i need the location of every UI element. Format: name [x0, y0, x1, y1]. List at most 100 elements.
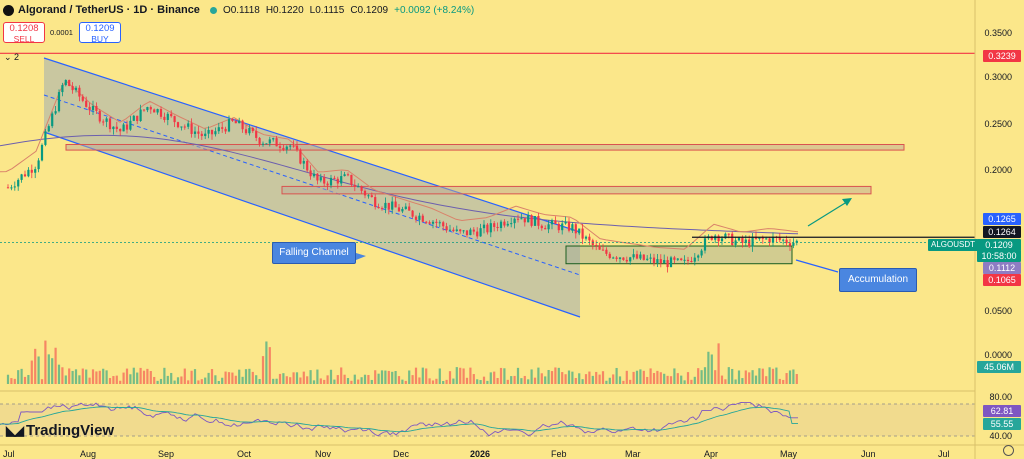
- close-value: C0.1209: [350, 4, 389, 16]
- volume-bar: [452, 378, 455, 384]
- candle-body: [309, 170, 312, 177]
- volume-bar: [761, 368, 764, 384]
- candle-body: [387, 202, 390, 210]
- price-tick: 0.2500: [984, 119, 1012, 129]
- volume-bar: [261, 356, 265, 384]
- volume-bar: [758, 368, 761, 384]
- volume-bar: [387, 370, 390, 384]
- tradingview-mark-icon: ◣◢: [6, 422, 24, 438]
- candle-body: [720, 238, 724, 242]
- volume-bar: [360, 377, 363, 384]
- volume-bar: [516, 367, 520, 384]
- volume-bar: [540, 373, 543, 384]
- candle-body: [574, 224, 577, 234]
- candle-body: [680, 258, 683, 261]
- volume-bar: [289, 377, 292, 384]
- rsi-pane: [0, 401, 975, 437]
- candle-body: [207, 129, 210, 134]
- candle-body: [527, 215, 530, 223]
- accumulation-pointer: [795, 259, 839, 273]
- time-tick: Jul: [3, 449, 15, 459]
- volume-bar: [187, 380, 190, 384]
- candle-body: [547, 224, 550, 230]
- candle-body: [625, 259, 628, 262]
- volume-bar: [530, 369, 533, 384]
- rsi-value-tag: 62.81: [983, 405, 1021, 417]
- volume-bar: [163, 367, 166, 384]
- price-tag: 0.1065: [983, 274, 1021, 286]
- candle-body: [122, 124, 125, 132]
- volume-bar: [700, 370, 703, 384]
- candle-body: [119, 128, 122, 132]
- volume-bar: [765, 376, 768, 384]
- countdown-tag: 10:58:00: [977, 250, 1021, 262]
- volume-bar: [792, 369, 795, 384]
- volume-bar: [268, 347, 271, 384]
- symbol-title[interactable]: Algorand / TetherUS · 1D · Binance: [18, 4, 200, 16]
- buy-button[interactable]: 0.1209 BUY: [79, 22, 121, 44]
- candle-body: [469, 229, 472, 236]
- candle-body: [40, 144, 44, 161]
- candle-body: [557, 223, 560, 231]
- volume-bar: [380, 370, 384, 384]
- candle-body: [615, 257, 618, 259]
- candle-body: [618, 257, 622, 259]
- candle-body: [71, 85, 74, 91]
- candle-body: [367, 195, 370, 197]
- candle-body: [295, 145, 299, 150]
- candle-body: [404, 206, 407, 209]
- volume-bar: [584, 374, 588, 384]
- candle-body: [479, 228, 482, 237]
- volume-bar: [727, 367, 730, 384]
- candle-body: [98, 110, 101, 122]
- volume-bar: [64, 375, 67, 384]
- candle-body: [414, 216, 418, 220]
- candle-body: [221, 127, 224, 129]
- target-arrow-head: [842, 198, 852, 206]
- volume-bar: [241, 376, 244, 384]
- volume-bar: [47, 354, 50, 384]
- volume-bar: [95, 371, 98, 384]
- candle-body: [445, 226, 448, 231]
- volume-bar: [166, 375, 169, 384]
- candle-body: [234, 120, 237, 124]
- volume-bar: [17, 370, 20, 384]
- candle-body: [340, 176, 343, 184]
- volume-bar: [513, 375, 516, 384]
- price-tick: 0.0500: [984, 306, 1012, 316]
- rsi-ma-tag: 55.55: [983, 418, 1021, 430]
- volume-bar: [663, 373, 666, 384]
- volume-bar: [275, 378, 278, 384]
- volume-bar: [210, 369, 214, 384]
- volume-bar: [88, 377, 91, 384]
- candle-body: [27, 169, 30, 177]
- candle-body: [649, 257, 652, 259]
- falling-channel-callout: Falling Channel: [272, 242, 356, 264]
- volume-bar: [125, 368, 129, 384]
- candle-body: [102, 121, 105, 123]
- volume-bar: [795, 374, 798, 384]
- indicators-toggle[interactable]: ⌄ 2: [4, 52, 19, 63]
- volume-bar: [302, 371, 305, 384]
- volume-bar: [588, 371, 591, 384]
- candle-body: [329, 177, 333, 186]
- chart-settings-icon[interactable]: [1003, 445, 1014, 456]
- volume-bar: [112, 376, 115, 384]
- candle-body: [646, 258, 649, 260]
- volume-bar: [221, 377, 224, 384]
- volume-bar: [714, 370, 717, 384]
- candle-body: [598, 245, 601, 250]
- volume-bar: [564, 374, 567, 384]
- time-tick: May: [780, 449, 798, 459]
- price-chart[interactable]: [0, 0, 1024, 459]
- volume-bar: [357, 379, 360, 384]
- volume-bar: [397, 376, 401, 384]
- tradingview-logo: ◣◢ TradingView: [6, 422, 114, 439]
- candle-body: [37, 160, 40, 170]
- time-tick: Nov: [315, 449, 332, 459]
- sell-button[interactable]: 0.1208 SELL: [3, 22, 45, 44]
- volume-bar: [37, 356, 40, 384]
- volume-bar: [499, 367, 503, 384]
- candle-body: [584, 236, 588, 239]
- volume-bar: [336, 375, 339, 384]
